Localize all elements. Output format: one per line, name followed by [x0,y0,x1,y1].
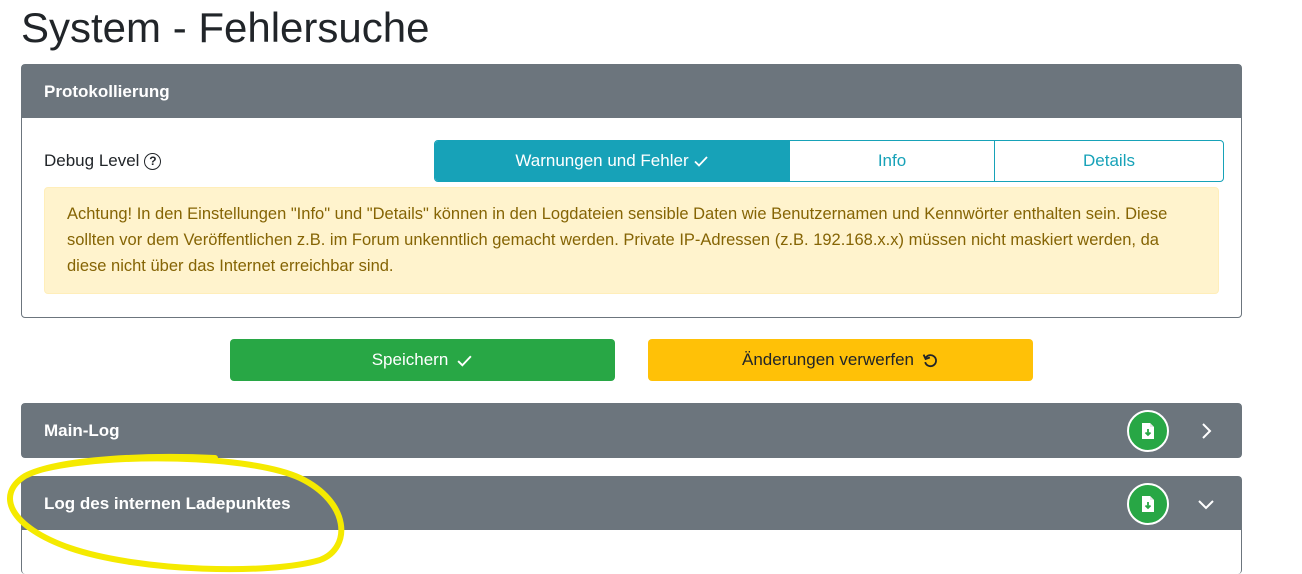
save-button[interactable]: Speichern [230,339,615,381]
help-icon[interactable]: ? [144,152,162,170]
download-main-log-button[interactable] [1127,410,1169,452]
debug-option-label: Details [1083,151,1135,170]
debug-level-text: Debug Level [44,151,140,170]
download-ladepunkt-log-button[interactable] [1127,483,1169,525]
main-log-header[interactable]: Main-Log [22,404,1241,457]
debug-option-label: Info [877,151,907,170]
undo-icon [922,353,937,367]
debug-option-warnungen-und-fehler[interactable]: Warnungen und Fehler [435,141,790,181]
ladepunkt-log-title: Log des internen Ladepunktes [44,493,291,513]
debug-option-label: Warnungen und Fehler [515,151,689,170]
check-icon [693,156,708,167]
debug-option-details[interactable]: Details [995,141,1223,181]
chevron-right-icon [1202,423,1212,439]
discard-button-label: Änderungen verwerfen [741,350,914,369]
collapse-ladepunkt-log-toggle[interactable] [1191,489,1221,519]
debug-option-info[interactable]: Info [790,141,995,181]
debug-level-label: Debug Level ? [44,151,162,171]
debug-level-selector: Warnungen und Fehler Info Details [434,140,1224,182]
ladepunkt-log-card: Log des internen Ladepunktes [21,476,1242,574]
chevron-down-icon [1198,500,1214,510]
discard-changes-button[interactable]: Änderungen verwerfen [648,339,1033,381]
check-icon [457,355,472,367]
file-download-icon [1142,423,1154,439]
ladepunkt-log-header[interactable]: Log des internen Ladepunktes [22,477,1241,530]
protokollierung-header: Protokollierung [22,65,1241,118]
warning-alert: Achtung! In den Einstellungen "Info" und… [44,187,1219,294]
expand-main-log-toggle[interactable] [1191,416,1221,446]
main-log-card: Main-Log [21,403,1242,458]
file-download-icon [1142,496,1154,512]
save-button-label: Speichern [371,350,449,369]
protokollierung-card: Protokollierung Debug Level ? Warnungen … [21,64,1242,318]
page-title: System - Fehlersuche [21,4,430,51]
main-log-title: Main-Log [44,420,120,440]
